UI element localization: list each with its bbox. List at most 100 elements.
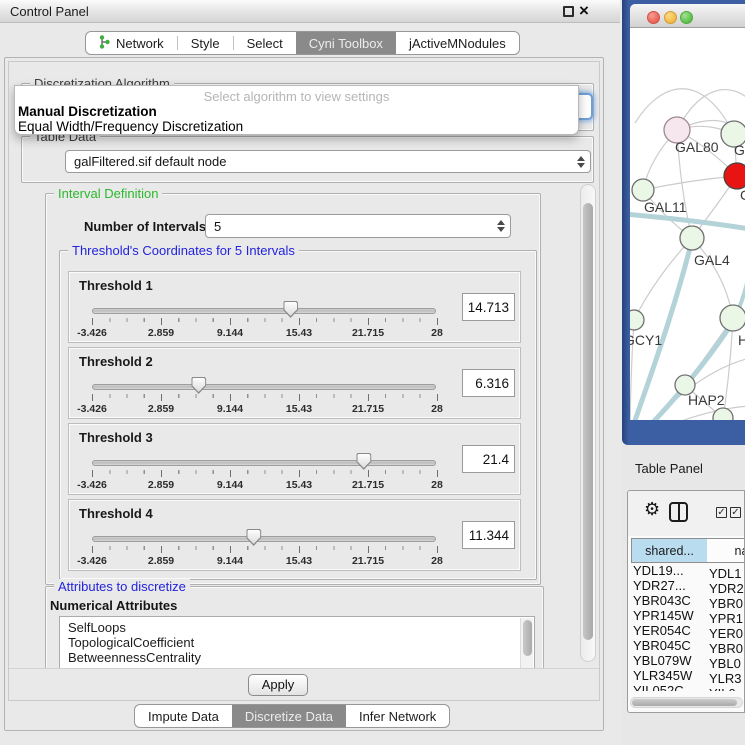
- column-layout-icon[interactable]: [669, 502, 688, 522]
- tab-discretize-data[interactable]: Discretize Data: [232, 705, 346, 727]
- table-scrollbar-thumb[interactable]: [632, 699, 737, 706]
- slider-thumb[interactable]: [246, 529, 261, 546]
- apply-row: Apply: [9, 668, 600, 701]
- combo-stepper-icon: [492, 220, 510, 232]
- table-row[interactable]: YLR345WYLR3: [631, 668, 745, 683]
- slider-thumb[interactable]: [191, 377, 206, 394]
- tab-network[interactable]: Network: [86, 32, 177, 54]
- cell: YER054C: [631, 623, 709, 638]
- zoom-traffic-light-icon[interactable]: [680, 11, 693, 24]
- tab-network-label: Network: [116, 36, 164, 51]
- threshold-4-value-field[interactable]: [462, 521, 515, 549]
- node-gcy1[interactable]: [630, 310, 644, 330]
- node-h[interactable]: [720, 305, 745, 331]
- slider-track[interactable]: [92, 308, 436, 314]
- table-data-combobox[interactable]: galFiltered.sif default node: [65, 150, 591, 173]
- tab-infer-network[interactable]: Infer Network: [346, 705, 449, 727]
- table-row[interactable]: YDL19...YDL1: [631, 563, 745, 578]
- checkbox-icon[interactable]: ✓: [730, 507, 741, 518]
- threshold-1-value-field[interactable]: [462, 293, 515, 321]
- list-scrollbar[interactable]: [520, 618, 533, 671]
- slider-major-ticks: [92, 546, 438, 553]
- slider-track[interactable]: [92, 460, 436, 466]
- tick-label: 2.859: [148, 555, 174, 567]
- algorithm-option-equal-width[interactable]: Equal Width/Frequency Discretization: [18, 119, 243, 134]
- settings-scrollbar-thumb[interactable]: [583, 203, 593, 640]
- float-window-icon[interactable]: [563, 6, 574, 17]
- cell: YBR045C: [631, 638, 709, 653]
- close-traffic-light-icon[interactable]: [647, 11, 660, 24]
- network-canvas[interactable]: GAL80 GA C GAL11 GAL4 GCY1 H HAP2: [630, 28, 745, 420]
- table-row[interactable]: YER054CYER0: [631, 623, 745, 638]
- table-panel-region: Table Panel ⚙ ✓ ✓ shared... na YDL19...Y…: [622, 445, 745, 745]
- top-tabstrip: Network Style Select Cyni Toolbox jActiv…: [85, 31, 520, 55]
- table-panel-window: ⚙ ✓ ✓ shared... na YDL19...YDL1 YDR27...…: [627, 490, 745, 713]
- network-window-titlebar[interactable]: [630, 4, 745, 28]
- tab-impute-data[interactable]: Impute Data: [135, 705, 232, 727]
- screen: Control Panel × Network Style: [0, 0, 745, 745]
- number-of-intervals-value: 5: [206, 219, 492, 234]
- settings-vertical-scrollbar[interactable]: [580, 184, 596, 662]
- tab-jactivemnodules-label: jActiveMNodules: [409, 36, 506, 51]
- apply-button[interactable]: Apply: [248, 674, 308, 696]
- slider-track[interactable]: [92, 536, 436, 542]
- algorithm-option-manual[interactable]: Manual Discretization: [18, 104, 157, 119]
- close-icon[interactable]: ×: [579, 0, 589, 22]
- slider-tick-labels: -3.426 2.859 9.144 15.43 21.715 28: [92, 555, 437, 567]
- node-label-gal4: GAL4: [694, 252, 730, 268]
- tick-label: -3.426: [77, 327, 107, 339]
- node-red-selected[interactable]: [724, 163, 745, 189]
- table-row[interactable]: YBL079WYBL0: [631, 653, 745, 668]
- threshold-4-panel: Threshold 4 -3.426 2.859 9.144: [68, 499, 521, 571]
- tab-select[interactable]: Select: [234, 32, 296, 54]
- minimize-traffic-light-icon[interactable]: [664, 11, 677, 24]
- tick-label: 9.144: [217, 479, 243, 491]
- slider-thumb[interactable]: [356, 453, 371, 470]
- tab-style[interactable]: Style: [178, 32, 233, 54]
- cell: YPR145W: [631, 608, 709, 623]
- gear-icon[interactable]: ⚙: [644, 499, 660, 520]
- interval-definition-title: Interval Definition: [54, 186, 162, 201]
- control-panel-titlebar[interactable]: Control Panel ×: [0, 0, 620, 23]
- column-header-shared[interactable]: shared...: [631, 538, 708, 563]
- table-horizontal-scrollbar[interactable]: [630, 697, 743, 708]
- threshold-2-value-field[interactable]: [462, 369, 515, 397]
- column-header-name[interactable]: na: [707, 538, 745, 563]
- bottom-tabstrip: Impute Data Discretize Data Infer Networ…: [134, 704, 450, 728]
- tab-impute-data-label: Impute Data: [148, 709, 219, 724]
- table-row[interactable]: YIL052CYIL0: [631, 683, 745, 691]
- list-item[interactable]: BetweennessCentrality: [60, 650, 534, 665]
- checkbox-icon[interactable]: ✓: [716, 507, 727, 518]
- threshold-3-value-field[interactable]: [462, 445, 515, 473]
- table-row[interactable]: YBR043CYBR0: [631, 593, 745, 608]
- tick-label: 9.144: [217, 403, 243, 415]
- node-gal11[interactable]: [632, 179, 654, 201]
- number-of-intervals-combobox[interactable]: 5: [205, 214, 511, 238]
- network-icon: [99, 35, 110, 52]
- threshold-1-slider[interactable]: -3.426 2.859 9.144 15.43 21.715 28: [69, 272, 520, 342]
- slider-thumb[interactable]: [283, 301, 298, 318]
- table-row[interactable]: YPR145WYPR1: [631, 608, 745, 623]
- list-item[interactable]: SelfLoops: [60, 620, 534, 635]
- numerical-attributes-list[interactable]: SelfLoops TopologicalCoefficient Between…: [59, 616, 535, 671]
- slider-major-ticks: [92, 318, 438, 325]
- table-row[interactable]: YDR27...YDR2: [631, 578, 745, 593]
- tick-label: 15.43: [286, 403, 312, 415]
- table-header-row: shared... na: [628, 538, 745, 563]
- tab-jactivemnodules[interactable]: jActiveMNodules: [396, 32, 519, 54]
- slider-tick-labels: -3.426 2.859 9.144 15.43 21.715 28: [92, 479, 437, 491]
- slider-track[interactable]: [92, 384, 436, 390]
- threshold-2-slider[interactable]: -3.426 2.859 9.144 15.43 21.715 28: [69, 348, 520, 418]
- tick-label: 15.43: [286, 555, 312, 567]
- table-rows[interactable]: YDL19...YDL1 YDR27...YDR2 YBR043CYBR0 YP…: [631, 563, 745, 691]
- table-row[interactable]: YBR045CYBR0: [631, 638, 745, 653]
- tab-cyni-toolbox[interactable]: Cyni Toolbox: [296, 32, 396, 54]
- threshold-4-slider[interactable]: -3.426 2.859 9.144 15.43 21.715 28: [69, 500, 520, 570]
- list-scrollbar-thumb[interactable]: [523, 620, 532, 656]
- node-gal4[interactable]: [680, 226, 704, 250]
- threshold-3-slider[interactable]: -3.426 2.859 9.144 15.43 21.715 28: [69, 424, 520, 494]
- node-partial[interactable]: [713, 408, 733, 420]
- list-item[interactable]: TopologicalCoefficient: [60, 635, 534, 650]
- tick-label: 21.715: [352, 327, 384, 339]
- algorithm-hint: Select algorithm to view settings: [15, 89, 578, 104]
